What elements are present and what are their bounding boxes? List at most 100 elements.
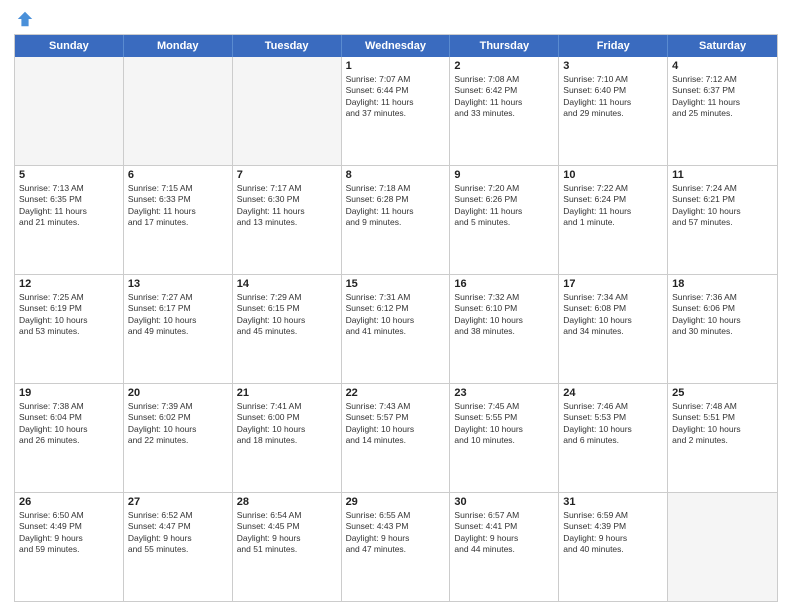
- day-info: Sunrise: 7:29 AM Sunset: 6:15 PM Dayligh…: [237, 292, 337, 338]
- calendar-cell-empty-2: [233, 57, 342, 165]
- calendar-cell-30: 30 Sunrise: 6:57 AM Sunset: 4:41 PM Dayli…: [450, 493, 559, 601]
- day-number: 22: [346, 387, 446, 399]
- day-info: Sunrise: 6:59 AM Sunset: 4:39 PM Dayligh…: [563, 510, 663, 556]
- day-number: 20: [128, 387, 228, 399]
- calendar-header: SundayMondayTuesdayWednesdayThursdayFrid…: [15, 35, 777, 57]
- calendar-cell-31: 31 Sunrise: 6:59 AM Sunset: 4:39 PM Dayli…: [559, 493, 668, 601]
- calendar-cell-29: 29Sunrise: 6:55 AM Sunset: 4:43 PM Dayli…: [342, 493, 451, 601]
- calendar-cell-empty-1: [124, 57, 233, 165]
- calendar-cell-13: 13Sunrise: 7:27 AM Sunset: 6:17 PM Dayli…: [124, 275, 233, 383]
- calendar-cell-2: 2 Sunrise: 7:08 AM Sunset: 6:42 PM Daylig…: [450, 57, 559, 165]
- day-number: 28: [237, 496, 337, 508]
- logo: [14, 10, 34, 28]
- header: [14, 10, 778, 28]
- day-number: 21: [237, 387, 337, 399]
- weekday-header-tuesday: Tuesday: [233, 35, 342, 57]
- day-number: 18: [672, 278, 773, 290]
- day-info: Sunrise: 7:07 AM Sunset: 6:44 PM Dayligh…: [346, 74, 446, 120]
- calendar-cell-10: 10 Sunrise: 7:22 AM Sunset: 6:24 PM Dayli…: [559, 166, 668, 274]
- day-info: Sunrise: 7:36 AM Sunset: 6:06 PM Dayligh…: [672, 292, 773, 338]
- calendar-cell-14: 14 Sunrise: 7:29 AM Sunset: 6:15 PM Dayli…: [233, 275, 342, 383]
- weekday-header-sunday: Sunday: [15, 35, 124, 57]
- day-number: 6: [128, 169, 228, 181]
- calendar-cell-9: 9 Sunrise: 7:20 AM Sunset: 6:26 PM Daylig…: [450, 166, 559, 274]
- day-info: Sunrise: 6:57 AM Sunset: 4:41 PM Dayligh…: [454, 510, 554, 556]
- day-number: 3: [563, 60, 663, 72]
- day-info: Sunrise: 7:43 AM Sunset: 5:57 PM Dayligh…: [346, 401, 446, 447]
- day-number: 24: [563, 387, 663, 399]
- calendar: SundayMondayTuesdayWednesdayThursdayFrid…: [14, 34, 778, 602]
- day-number: 17: [563, 278, 663, 290]
- day-number: 9: [454, 169, 554, 181]
- day-info: Sunrise: 7:24 AM Sunset: 6:21 PM Dayligh…: [672, 183, 773, 229]
- day-info: Sunrise: 7:08 AM Sunset: 6:42 PM Dayligh…: [454, 74, 554, 120]
- day-number: 8: [346, 169, 446, 181]
- calendar-cell-16: 16 Sunrise: 7:32 AM Sunset: 6:10 PM Dayli…: [450, 275, 559, 383]
- day-info: Sunrise: 7:13 AM Sunset: 6:35 PM Dayligh…: [19, 183, 119, 229]
- day-number: 4: [672, 60, 773, 72]
- day-info: Sunrise: 7:10 AM Sunset: 6:40 PM Dayligh…: [563, 74, 663, 120]
- calendar-cell-19: 19 Sunrise: 7:38 AM Sunset: 6:04 PM Dayli…: [15, 384, 124, 492]
- day-info: Sunrise: 7:45 AM Sunset: 5:55 PM Dayligh…: [454, 401, 554, 447]
- day-info: Sunrise: 7:41 AM Sunset: 6:00 PM Dayligh…: [237, 401, 337, 447]
- calendar-cell-17: 17 Sunrise: 7:34 AM Sunset: 6:08 PM Dayli…: [559, 275, 668, 383]
- calendar-cell-7: 7 Sunrise: 7:17 AM Sunset: 6:30 PM Daylig…: [233, 166, 342, 274]
- day-number: 15: [346, 278, 446, 290]
- calendar-cell-25: 25 Sunrise: 7:48 AM Sunset: 5:51 PM Dayli…: [668, 384, 777, 492]
- day-number: 7: [237, 169, 337, 181]
- calendar-row-0: 1 Sunrise: 7:07 AM Sunset: 6:44 PM Daylig…: [15, 57, 777, 166]
- calendar-row-2: 12 Sunrise: 7:25 AM Sunset: 6:19 PM Dayli…: [15, 275, 777, 384]
- day-number: 11: [672, 169, 773, 181]
- calendar-cell-24: 24 Sunrise: 7:46 AM Sunset: 5:53 PM Dayli…: [559, 384, 668, 492]
- day-info: Sunrise: 7:18 AM Sunset: 6:28 PM Dayligh…: [346, 183, 446, 229]
- day-info: Sunrise: 7:25 AM Sunset: 6:19 PM Dayligh…: [19, 292, 119, 338]
- calendar-row-3: 19 Sunrise: 7:38 AM Sunset: 6:04 PM Dayli…: [15, 384, 777, 493]
- day-info: Sunrise: 7:17 AM Sunset: 6:30 PM Dayligh…: [237, 183, 337, 229]
- day-info: Sunrise: 7:22 AM Sunset: 6:24 PM Dayligh…: [563, 183, 663, 229]
- day-number: 10: [563, 169, 663, 181]
- day-info: Sunrise: 7:48 AM Sunset: 5:51 PM Dayligh…: [672, 401, 773, 447]
- day-number: 29: [346, 496, 446, 508]
- calendar-cell-empty-0: [15, 57, 124, 165]
- day-number: 19: [19, 387, 119, 399]
- calendar-cell-8: 8 Sunrise: 7:18 AM Sunset: 6:28 PM Daylig…: [342, 166, 451, 274]
- day-number: 27: [128, 496, 228, 508]
- day-info: Sunrise: 7:32 AM Sunset: 6:10 PM Dayligh…: [454, 292, 554, 338]
- day-number: 31: [563, 496, 663, 508]
- calendar-cell-27: 27 Sunrise: 6:52 AM Sunset: 4:47 PM Dayli…: [124, 493, 233, 601]
- day-info: Sunrise: 6:50 AM Sunset: 4:49 PM Dayligh…: [19, 510, 119, 556]
- calendar-cell-4: 4Sunrise: 7:12 AM Sunset: 6:37 PM Daylig…: [668, 57, 777, 165]
- day-number: 25: [672, 387, 773, 399]
- weekday-header-thursday: Thursday: [450, 35, 559, 57]
- calendar-cell-11: 11 Sunrise: 7:24 AM Sunset: 6:21 PM Dayli…: [668, 166, 777, 274]
- day-info: Sunrise: 6:52 AM Sunset: 4:47 PM Dayligh…: [128, 510, 228, 556]
- weekday-header-monday: Monday: [124, 35, 233, 57]
- calendar-cell-28: 28 Sunrise: 6:54 AM Sunset: 4:45 PM Dayli…: [233, 493, 342, 601]
- calendar-cell-20: 20 Sunrise: 7:39 AM Sunset: 6:02 PM Dayli…: [124, 384, 233, 492]
- calendar-cell-6: 6 Sunrise: 7:15 AM Sunset: 6:33 PM Daylig…: [124, 166, 233, 274]
- day-info: Sunrise: 7:15 AM Sunset: 6:33 PM Dayligh…: [128, 183, 228, 229]
- calendar-cell-3: 3 Sunrise: 7:10 AM Sunset: 6:40 PM Daylig…: [559, 57, 668, 165]
- calendar-cell-15: 15Sunrise: 7:31 AM Sunset: 6:12 PM Dayli…: [342, 275, 451, 383]
- day-info: Sunrise: 7:38 AM Sunset: 6:04 PM Dayligh…: [19, 401, 119, 447]
- day-number: 12: [19, 278, 119, 290]
- day-number: 14: [237, 278, 337, 290]
- day-info: Sunrise: 7:20 AM Sunset: 6:26 PM Dayligh…: [454, 183, 554, 229]
- day-number: 30: [454, 496, 554, 508]
- day-number: 2: [454, 60, 554, 72]
- day-info: Sunrise: 7:34 AM Sunset: 6:08 PM Dayligh…: [563, 292, 663, 338]
- calendar-cell-empty-6: [668, 493, 777, 601]
- calendar-cell-1: 1 Sunrise: 7:07 AM Sunset: 6:44 PM Daylig…: [342, 57, 451, 165]
- calendar-row-4: 26Sunrise: 6:50 AM Sunset: 4:49 PM Dayli…: [15, 493, 777, 601]
- calendar-cell-23: 23Sunrise: 7:45 AM Sunset: 5:55 PM Dayli…: [450, 384, 559, 492]
- day-info: Sunrise: 7:39 AM Sunset: 6:02 PM Dayligh…: [128, 401, 228, 447]
- day-number: 16: [454, 278, 554, 290]
- day-number: 13: [128, 278, 228, 290]
- weekday-header-friday: Friday: [559, 35, 668, 57]
- day-number: 5: [19, 169, 119, 181]
- day-info: Sunrise: 7:46 AM Sunset: 5:53 PM Dayligh…: [563, 401, 663, 447]
- day-info: Sunrise: 6:54 AM Sunset: 4:45 PM Dayligh…: [237, 510, 337, 556]
- day-number: 1: [346, 60, 446, 72]
- calendar-body: 1 Sunrise: 7:07 AM Sunset: 6:44 PM Daylig…: [15, 57, 777, 601]
- calendar-cell-22: 22 Sunrise: 7:43 AM Sunset: 5:57 PM Dayli…: [342, 384, 451, 492]
